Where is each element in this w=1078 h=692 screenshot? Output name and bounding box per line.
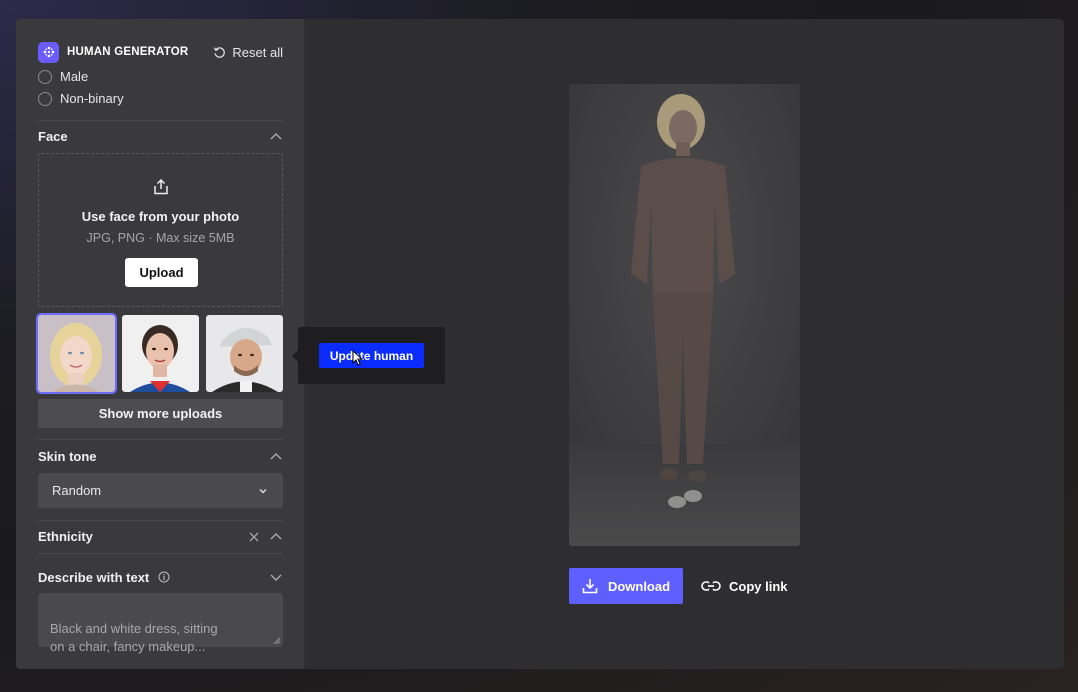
divider (38, 439, 283, 440)
describe-textarea[interactable]: Black and white dress, sitting on a chai… (38, 593, 283, 654)
radio-label: Male (60, 69, 89, 84)
upload-title: Use face from your photo (81, 209, 240, 224)
update-tooltip: Update human (292, 327, 445, 384)
divider (38, 520, 283, 521)
radio-circle[interactable] (38, 69, 52, 84)
app-frame: HUMAN GENERATOR Reset all Male Non-binar… (16, 19, 1064, 669)
describe-section-title: Describe with text (38, 570, 170, 585)
app-title: HUMAN GENERATOR (67, 46, 189, 58)
radio-male[interactable]: Male (38, 69, 88, 84)
resize-handle-icon[interactable] (273, 637, 280, 644)
copy-link-button[interactable]: Copy link (701, 568, 788, 604)
radio-non-binary[interactable]: Non-binary (38, 91, 124, 106)
radio-label: Non-binary (60, 91, 124, 106)
download-button[interactable]: Download (569, 568, 683, 604)
skin-tone-value: Random (52, 483, 102, 498)
reset-all-label: Reset all (232, 44, 283, 60)
sidebar: HUMAN GENERATOR Reset all Male Non-binar… (16, 19, 305, 669)
describe-placeholder: Black and white dress, sitting on a chai… (50, 621, 218, 654)
upload-hint: JPG, PNG · Max size 5MB (86, 231, 235, 245)
radio-circle[interactable] (38, 91, 52, 106)
share-upload-icon (154, 178, 168, 195)
chevron-up-icon[interactable] (269, 530, 283, 544)
chevron-up-icon[interactable] (269, 450, 283, 464)
logo-icon (38, 41, 59, 63)
face-upload-dropzone[interactable]: Use face from your photo JPG, PNG · Max … (38, 153, 283, 307)
copy-link-label: Copy link (729, 578, 788, 594)
info-icon[interactable] (158, 571, 170, 583)
download-icon (582, 579, 598, 594)
divider (38, 120, 283, 121)
generated-human-image (569, 84, 800, 546)
mouse-cursor-icon (352, 350, 363, 366)
face-thumbnail-man-with-cap[interactable] (206, 315, 283, 392)
update-human-button[interactable]: Update human (319, 343, 424, 368)
link-icon (701, 581, 721, 591)
upload-button[interactable]: Upload (125, 258, 198, 287)
divider (38, 553, 283, 554)
face-thumbnail-dark-haired-woman[interactable] (122, 315, 199, 392)
face-section-title: Face (38, 129, 68, 144)
close-icon[interactable] (247, 530, 261, 544)
reset-icon (214, 46, 226, 58)
skin-tone-section-title: Skin tone (38, 449, 97, 464)
reset-all-button[interactable]: Reset all (213, 45, 283, 60)
chevron-up-icon[interactable] (269, 130, 283, 144)
face-thumbnail-blonde-woman[interactable] (36, 313, 117, 394)
chevron-down-icon[interactable] (269, 570, 283, 584)
show-more-uploads-button[interactable]: Show more uploads (38, 399, 283, 428)
chevron-down-icon (259, 488, 267, 494)
download-label: Download (607, 578, 671, 594)
ethnicity-section-title: Ethnicity (38, 529, 93, 544)
sidebar-header: HUMAN GENERATOR Reset all (38, 41, 283, 63)
skin-tone-select[interactable]: Random (38, 473, 283, 508)
describe-title: Describe with text (38, 570, 150, 585)
